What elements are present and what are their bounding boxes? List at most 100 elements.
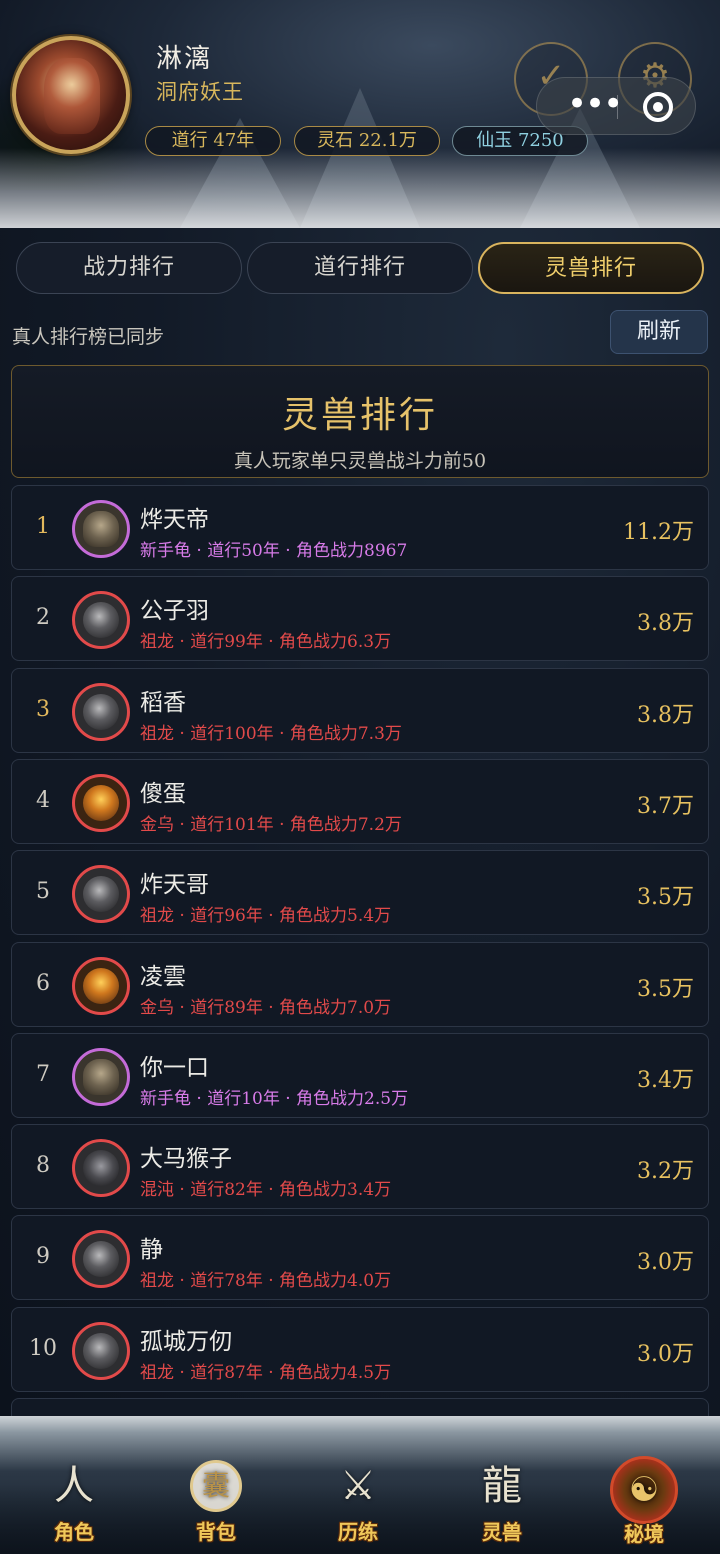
pet-power: 3.5万	[637, 885, 694, 910]
player-avatar[interactable]	[12, 36, 130, 154]
close-miniprogram-icon[interactable]	[643, 92, 673, 122]
character-icon: 人	[54, 1463, 94, 1509]
pet-power: 3.0万	[637, 1250, 694, 1275]
pet-power: 3.7万	[637, 794, 694, 819]
nav-label: 灵兽	[482, 1520, 522, 1544]
dragon-icon	[83, 1333, 119, 1369]
turtle-icon	[83, 1059, 119, 1095]
header-mist	[0, 148, 720, 228]
ranking-row[interactable]: 9 静祖龙 · 道行78年 · 角色战力4.0万 3.0万	[11, 1215, 709, 1300]
player-name: 公子羽	[140, 598, 209, 624]
pet-avatar	[72, 1048, 130, 1106]
pet-avatar	[72, 865, 130, 923]
ranking-row[interactable]: 2 公子羽祖龙 · 道行99年 · 角色战力6.3万 3.8万	[11, 576, 709, 661]
rank-number: 1	[36, 514, 50, 539]
nav-label: 秘境	[624, 1522, 664, 1546]
miniprogram-capsule: •••	[536, 77, 696, 135]
ranking-row[interactable]: 3 稻香祖龙 · 道行100年 · 角色战力7.3万 3.8万	[11, 668, 709, 753]
crow-icon	[83, 968, 119, 1004]
pet-power: 3.2万	[637, 1159, 694, 1184]
player-name: 孤城万仞	[140, 1329, 232, 1355]
rank-number: 5	[36, 879, 50, 904]
pet-avatar	[72, 500, 130, 558]
pet-avatar	[72, 1230, 130, 1288]
player-name: 静	[140, 1237, 163, 1263]
pet-detail: 新手龟 · 道行50年 · 角色战力8967	[140, 541, 408, 561]
pet-detail: 混沌 · 道行82年 · 角色战力3.4万	[140, 1180, 392, 1200]
avatar-figure	[44, 58, 100, 134]
nav-label: 角色	[54, 1520, 94, 1544]
nav-bag[interactable]: 囊 背包	[176, 1456, 256, 1546]
banner-title: 灵兽排行	[281, 395, 438, 436]
rank-number: 6	[36, 971, 50, 996]
pet-detail: 祖龙 · 道行87年 · 角色战力4.5万	[140, 1363, 392, 1383]
ranking-row[interactable]: 4 傻蛋金乌 · 道行101年 · 角色战力7.2万 3.7万	[11, 759, 709, 844]
pet-detail: 金乌 · 道行89年 · 角色战力7.0万	[140, 998, 392, 1018]
nav-label: 背包	[196, 1520, 236, 1544]
player-name: 淋漓	[156, 44, 213, 74]
banner-subtitle: 真人玩家单只灵兽战斗力前50	[233, 450, 487, 472]
tab-spirit-beast[interactable]: 灵兽排行	[478, 242, 704, 294]
chaos-icon	[83, 1150, 119, 1186]
refresh-button[interactable]: 刷新	[610, 310, 708, 354]
ranking-row[interactable]: 7 你一口 新手龟 · 道行10年 · 角色战力2.5万 3.4万	[11, 1033, 709, 1118]
player-name: 凌雲	[140, 964, 186, 990]
taiji-icon: ☯	[610, 1456, 678, 1524]
bag-icon: 囊	[190, 1460, 242, 1512]
player-name: 傻蛋	[140, 781, 186, 807]
pet-detail: 新手龟 · 道行10年 · 角色战力2.5万	[140, 1089, 409, 1109]
dragon-icon: 龍	[482, 1463, 522, 1509]
dragon-icon	[83, 694, 119, 730]
rank-number: 4	[36, 788, 50, 813]
pet-detail: 金乌 · 道行101年 · 角色战力7.2万	[140, 815, 402, 835]
player-name: 你一口	[140, 1055, 209, 1081]
pet-avatar	[72, 683, 130, 741]
capsule-divider	[617, 95, 618, 119]
tab-combat-power[interactable]: 战力排行	[16, 242, 242, 294]
ranking-row[interactable]: 10 孤城万仞祖龙 · 道行87年 · 角色战力4.5万 3.0万	[11, 1307, 709, 1392]
pet-avatar	[72, 591, 130, 649]
bottom-nav: 人 角色 囊 背包 ⚔ 历练 龍 灵兽 ☯ 秘境	[0, 1416, 720, 1554]
pet-avatar	[72, 774, 130, 832]
daoxing-stat: 道行 47年	[145, 126, 281, 156]
nav-secret-realm[interactable]: ☯ 秘境	[604, 1456, 684, 1546]
turtle-icon	[83, 511, 119, 547]
ranking-row[interactable]: 5 炸天哥 祖龙 · 道行96年 · 角色战力5.4万 3.5万	[11, 850, 709, 935]
rank-number: 10	[29, 1336, 57, 1361]
pet-detail: 祖龙 · 道行100年 · 角色战力7.3万	[140, 724, 402, 744]
pet-power: 3.0万	[637, 1342, 694, 1367]
nav-label: 历练	[338, 1520, 378, 1544]
pet-avatar	[72, 957, 130, 1015]
profile-header: 淋漓 洞府妖王 道行 47年 灵石 22.1万 仙玉 7250 ✓ ⚙ •••	[0, 0, 720, 228]
ranking-row[interactable]: 8 大马猴子 混沌 · 道行82年 · 角色战力3.4万 3.2万	[11, 1124, 709, 1209]
dragon-icon	[83, 876, 119, 912]
pet-avatar	[72, 1139, 130, 1197]
nav-spirit-beast[interactable]: 龍 灵兽	[462, 1456, 542, 1546]
crossed-swords-icon: ⚔	[340, 1463, 376, 1509]
player-name: 烨天帝	[140, 507, 209, 533]
ranking-banner: 灵兽排行 真人玩家单只灵兽战斗力前50	[11, 365, 709, 478]
lingshi-stat: 灵石 22.1万	[294, 126, 440, 156]
player-title: 洞府妖王	[156, 80, 244, 104]
sync-status: 真人排行榜已同步	[12, 326, 165, 348]
ranking-row[interactable]: 1 烨天帝新手龟 · 道行50年 · 角色战力8967 11.2万	[11, 485, 709, 570]
crow-icon	[83, 785, 119, 821]
pet-power: 3.8万	[637, 703, 694, 728]
rank-number: 2	[36, 605, 50, 630]
pet-power: 3.8万	[637, 611, 694, 636]
nav-character[interactable]: 人 角色	[34, 1456, 114, 1546]
ranking-row[interactable]: 6 凌雲金乌 · 道行89年 · 角色战力7.0万 3.5万	[11, 942, 709, 1027]
nav-training[interactable]: ⚔ 历练	[318, 1456, 398, 1546]
pet-power: 3.5万	[637, 977, 694, 1002]
rank-number: 8	[36, 1153, 50, 1178]
pet-detail: 祖龙 · 道行99年 · 角色战力6.3万	[140, 632, 392, 652]
rank-number: 3	[36, 697, 50, 722]
leaderboard-panel: 战力排行 道行排行 灵兽排行 真人排行榜已同步 刷新 灵兽排行 真人玩家单只灵兽…	[0, 228, 720, 1416]
ranking-row[interactable]	[11, 1398, 709, 1416]
player-name: 炸天哥	[140, 872, 209, 898]
more-menu-icon[interactable]: •••	[567, 84, 623, 124]
pet-power: 11.2万	[623, 520, 694, 545]
pet-power: 3.4万	[637, 1068, 694, 1093]
tab-daoxing[interactable]: 道行排行	[247, 242, 473, 294]
player-name: 稻香	[140, 690, 186, 716]
